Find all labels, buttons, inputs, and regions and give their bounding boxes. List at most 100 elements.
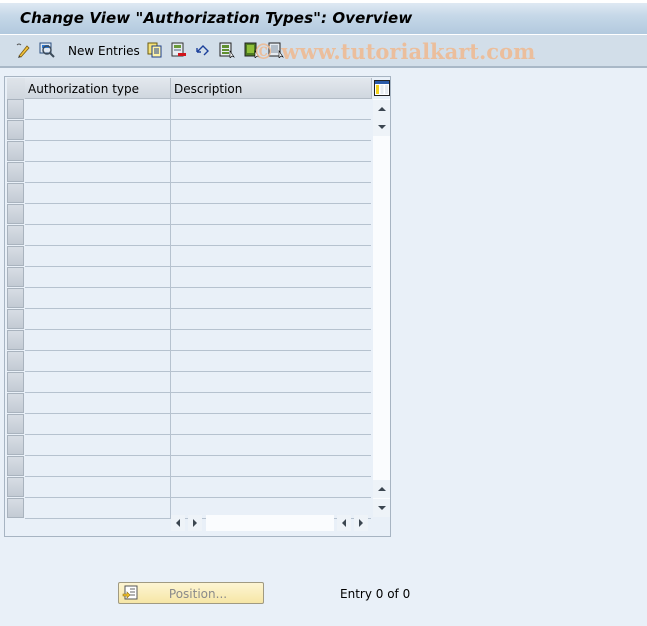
row-selector[interactable] (7, 288, 24, 308)
details-icon[interactable] (39, 42, 55, 58)
scroll-right-button[interactable] (188, 515, 202, 531)
cell-description[interactable] (171, 162, 371, 183)
select-block-icon[interactable] (244, 42, 260, 58)
cell-authorization-type[interactable] (25, 309, 171, 330)
entry-counter: Entry 0 of 0 (340, 587, 411, 601)
cell-authorization-type[interactable] (25, 435, 171, 456)
cell-description[interactable] (171, 183, 371, 204)
scroll-line-up-button[interactable] (373, 118, 390, 136)
vertical-scrollbar[interactable] (373, 99, 390, 517)
cell-description[interactable] (171, 309, 371, 330)
row-selector[interactable] (7, 267, 24, 287)
table-row (6, 309, 371, 330)
row-selector[interactable] (7, 477, 24, 497)
column-header-authorization-type[interactable]: Authorization type (25, 78, 171, 99)
cell-description[interactable] (171, 456, 371, 477)
undo-change-icon[interactable] (195, 42, 211, 58)
cell-description[interactable] (171, 99, 371, 120)
table-row (6, 120, 371, 141)
position-button[interactable]: Position... (118, 582, 264, 604)
cell-authorization-type[interactable] (25, 204, 171, 225)
cell-authorization-type[interactable] (25, 288, 171, 309)
scroll-line-down-button[interactable] (373, 480, 390, 498)
row-selector[interactable] (7, 141, 24, 161)
deselect-all-icon[interactable] (268, 42, 284, 58)
cell-authorization-type[interactable] (25, 477, 171, 498)
select-all-icon[interactable] (219, 42, 235, 58)
cell-description[interactable] (171, 435, 371, 456)
cell-authorization-type[interactable] (25, 372, 171, 393)
cell-authorization-type[interactable] (25, 351, 171, 372)
row-selector[interactable] (7, 204, 24, 224)
cell-authorization-type[interactable] (25, 498, 171, 519)
cell-description[interactable] (171, 477, 371, 498)
row-selector[interactable] (7, 351, 24, 371)
copy-as-icon[interactable] (147, 42, 163, 58)
position-button-label: Position... (168, 587, 228, 601)
row-selector[interactable] (7, 414, 24, 434)
cell-authorization-type[interactable] (25, 414, 171, 435)
row-selector[interactable] (7, 393, 24, 413)
table-row (6, 414, 371, 435)
table-row (6, 288, 371, 309)
cell-description[interactable] (171, 204, 371, 225)
table-row (6, 246, 371, 267)
column-header-description[interactable]: Description (171, 78, 372, 99)
row-selector[interactable] (7, 225, 24, 245)
cell-description[interactable] (171, 351, 371, 372)
select-all-rows-button[interactable] (7, 78, 26, 99)
cell-authorization-type[interactable] (25, 330, 171, 351)
row-selector[interactable] (7, 456, 24, 476)
row-selector[interactable] (7, 309, 24, 329)
cell-description[interactable] (171, 120, 371, 141)
row-selector[interactable] (7, 246, 24, 266)
row-selector[interactable] (7, 435, 24, 455)
cell-description[interactable] (171, 330, 371, 351)
cell-description[interactable] (171, 246, 371, 267)
cell-authorization-type[interactable] (25, 246, 171, 267)
cell-description[interactable] (171, 393, 371, 414)
cell-authorization-type[interactable] (25, 141, 171, 162)
table-row (6, 183, 371, 204)
cell-description[interactable] (171, 288, 371, 309)
scroll-left-end-button[interactable] (337, 515, 351, 531)
delete-icon[interactable] (171, 42, 187, 58)
row-selector[interactable] (7, 162, 24, 182)
table-settings-icon[interactable] (373, 78, 391, 98)
new-entries-button[interactable]: New Entries (68, 44, 140, 58)
cell-description[interactable] (171, 414, 371, 435)
horizontal-scrollbar[interactable] (171, 515, 371, 532)
cell-description[interactable] (171, 141, 371, 162)
table-row (6, 141, 371, 162)
cell-description[interactable] (171, 267, 371, 288)
arrow-up-icon (377, 107, 386, 111)
cell-authorization-type[interactable] (25, 183, 171, 204)
row-selector[interactable] (7, 330, 24, 350)
arrow-left-icon (342, 519, 346, 527)
page-title: Change View "Authorization Types": Overv… (20, 9, 413, 27)
table-row (6, 204, 371, 225)
cell-authorization-type[interactable] (25, 267, 171, 288)
arrow-down-icon (377, 506, 386, 510)
row-selector[interactable] (7, 120, 24, 140)
scroll-page-down-button[interactable] (373, 499, 390, 517)
cell-description[interactable] (171, 225, 371, 246)
cell-authorization-type[interactable] (25, 456, 171, 477)
row-selector[interactable] (7, 183, 24, 203)
cell-authorization-type[interactable] (25, 393, 171, 414)
cell-authorization-type[interactable] (25, 99, 171, 120)
row-selector[interactable] (7, 372, 24, 392)
table-row (6, 99, 371, 120)
cell-authorization-type[interactable] (25, 225, 171, 246)
cell-authorization-type[interactable] (25, 162, 171, 183)
cell-description[interactable] (171, 372, 371, 393)
arrow-up-icon (377, 487, 386, 491)
scroll-right-end-button[interactable] (354, 515, 368, 531)
row-selector[interactable] (7, 99, 24, 119)
display-change-icon[interactable] (15, 42, 31, 58)
horizontal-scroll-track[interactable] (206, 515, 334, 531)
row-selector[interactable] (7, 498, 24, 518)
scroll-left-button[interactable] (171, 515, 185, 531)
cell-authorization-type[interactable] (25, 120, 171, 141)
scroll-page-up-button[interactable] (373, 100, 390, 118)
